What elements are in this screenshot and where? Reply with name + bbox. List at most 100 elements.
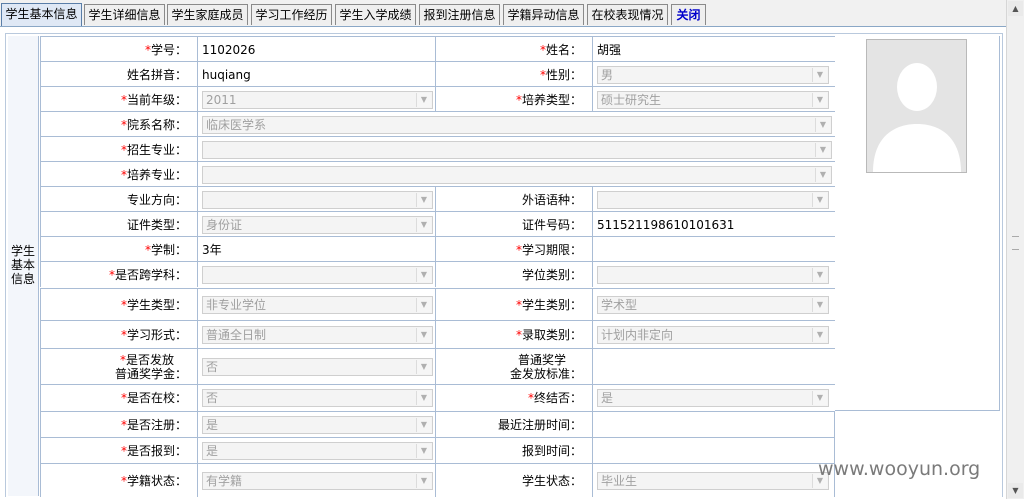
chevron-down-icon: ▼ bbox=[416, 92, 431, 107]
tab-student-detail-info[interactable]: 学生详细信息 bbox=[84, 4, 165, 25]
report-time-label: 报到时间： bbox=[521, 444, 582, 458]
chevron-down-icon: ▼ bbox=[812, 267, 827, 282]
row-duration: * 学制： 3年 * 学习期限： bbox=[40, 236, 835, 262]
vertical-scrollbar[interactable]: ▲ ▼ bbox=[1006, 0, 1024, 499]
scholarship-standard-label-line2: 金发放标准： bbox=[509, 367, 582, 381]
chevron-down-icon: ▼ bbox=[812, 391, 827, 405]
train-major-select[interactable]: ▼ bbox=[202, 165, 832, 184]
study-period-label: 学习期限： bbox=[521, 242, 582, 257]
cross-discipline-label: 是否跨学科： bbox=[114, 267, 187, 282]
row-enrollment-status: * 学籍状态： 有学籍 ▼ 学生状态： 毕业生 ▼ bbox=[40, 463, 835, 497]
tab-entrance-scores[interactable]: 学生入学成绩 bbox=[335, 4, 416, 25]
chevron-down-icon: ▼ bbox=[416, 298, 431, 312]
tab-registration-info[interactable]: 报到注册信息 bbox=[419, 4, 500, 25]
chevron-down-icon: ▼ bbox=[416, 473, 431, 488]
section-label: 学生 基本 信息 bbox=[10, 244, 35, 286]
id-type-label: 证件类型： bbox=[126, 217, 187, 232]
avatar-silhouette-icon bbox=[867, 40, 966, 172]
row-pinyin: 姓名拼音： huqiang * 性别： 男 ▼ bbox=[40, 61, 835, 87]
graduated-select[interactable]: 是 ▼ bbox=[597, 389, 829, 407]
study-form-select[interactable]: 普通全日制 ▼ bbox=[202, 326, 433, 344]
pinyin-label: 姓名拼音： bbox=[126, 67, 187, 82]
major-direction-label: 专业方向： bbox=[126, 192, 187, 207]
chevron-down-icon: ▼ bbox=[416, 444, 431, 458]
row-study-form: * 学习形式： 普通全日制 ▼ * 录取类别： 计划内非定向 ▼ bbox=[40, 320, 835, 349]
scholarship-select[interactable]: 否 ▼ bbox=[202, 358, 433, 376]
admission-category-label: 录取类别： bbox=[521, 328, 582, 342]
scroll-up-arrow-icon[interactable]: ▲ bbox=[1008, 1, 1023, 16]
training-type-select[interactable]: 硕士研究生 ▼ bbox=[597, 90, 829, 109]
photo-column-bottom-border bbox=[835, 410, 1000, 411]
foreign-language-label: 外语语种： bbox=[521, 192, 582, 207]
row-train-major: * 培养专业： ▼ bbox=[40, 161, 835, 187]
photo-column-border bbox=[999, 36, 1000, 411]
row-reported: * 是否报到： 是 ▼ 报到时间： bbox=[40, 437, 835, 464]
gender-label: 性别： bbox=[545, 67, 582, 82]
student-status-label: 学生状态： bbox=[521, 473, 582, 488]
section-sidebar: 学生 基本 信息 bbox=[8, 36, 39, 496]
gender-select[interactable]: 男 ▼ bbox=[597, 65, 829, 84]
chevron-down-icon: ▼ bbox=[416, 360, 431, 374]
row-student-type: * 学生类型： 非专业学位 ▼ * 学生类别： 学术型 ▼ bbox=[40, 288, 835, 321]
degree-category-select[interactable]: ▼ bbox=[597, 265, 829, 284]
chevron-down-icon: ▼ bbox=[812, 92, 827, 107]
chevron-down-icon: ▼ bbox=[815, 142, 830, 157]
student-id-value: 1102026 bbox=[202, 42, 256, 57]
reported-select[interactable]: 是 ▼ bbox=[202, 442, 433, 460]
cross-discipline-select[interactable]: ▼ bbox=[202, 265, 433, 284]
chevron-down-icon: ▼ bbox=[815, 167, 830, 182]
tab-bar: 学生基本信息 学生详细信息 学生家庭成员 学习工作经历 学生入学成绩 报到注册信… bbox=[0, 0, 1024, 27]
scroll-down-arrow-icon[interactable]: ▼ bbox=[1008, 483, 1023, 498]
degree-category-label: 学位类别： bbox=[521, 267, 582, 282]
enroll-major-label: 招生专业： bbox=[126, 142, 187, 157]
duration-value: 3年 bbox=[202, 243, 222, 257]
train-major-label: 培养专业： bbox=[126, 167, 187, 182]
chevron-down-icon: ▼ bbox=[416, 267, 431, 282]
row-enroll-major: * 招生专业： ▼ bbox=[40, 136, 835, 162]
tab-status-change-info[interactable]: 学籍异动信息 bbox=[503, 4, 584, 25]
department-select[interactable]: 临床医学系 ▼ bbox=[202, 115, 832, 134]
scholarship-label-line1: 是否发放 bbox=[125, 353, 174, 367]
chevron-down-icon: ▼ bbox=[812, 328, 827, 342]
enroll-major-select[interactable]: ▼ bbox=[202, 140, 832, 159]
student-type-label: 学生类型： bbox=[126, 298, 187, 312]
scroll-grip-icon[interactable] bbox=[1012, 236, 1019, 250]
pinyin-value: huqiang bbox=[202, 67, 251, 82]
tab-school-performance[interactable]: 在校表现情况 bbox=[587, 4, 668, 25]
major-direction-select[interactable]: ▼ bbox=[202, 190, 433, 209]
tab-close[interactable]: 关闭 bbox=[671, 4, 706, 25]
name-label: 姓名： bbox=[545, 42, 582, 57]
grade-select[interactable]: 2011 ▼ bbox=[202, 90, 433, 109]
registered-select[interactable]: 是 ▼ bbox=[202, 416, 433, 434]
row-grade: * 当前年级： 2011 ▼ * 培养类型： 硕士研究生 ▼ bbox=[40, 86, 835, 112]
student-type-select[interactable]: 非专业学位 ▼ bbox=[202, 296, 433, 314]
enrollment-status-label: 学籍状态： bbox=[126, 473, 187, 488]
student-category-select[interactable]: 学术型 ▼ bbox=[597, 296, 829, 314]
foreign-language-select[interactable]: ▼ bbox=[597, 190, 829, 209]
id-number-value: 511521198610101631 bbox=[597, 217, 735, 232]
duration-label: 学制： bbox=[150, 242, 187, 257]
student-id-label: 学号： bbox=[150, 42, 187, 57]
chevron-down-icon: ▼ bbox=[812, 192, 827, 207]
name-value: 胡强 bbox=[597, 43, 622, 57]
admission-category-select[interactable]: 计划内非定向 ▼ bbox=[597, 326, 829, 344]
graduated-label: 终结否： bbox=[533, 391, 582, 405]
tab-family-members[interactable]: 学生家庭成员 bbox=[167, 4, 248, 25]
scholarship-standard-label-line1: 普通奖学 bbox=[517, 353, 566, 367]
tab-student-basic-info[interactable]: 学生基本信息 bbox=[1, 3, 82, 26]
department-label: 院系名称： bbox=[126, 117, 187, 132]
student-status-select[interactable]: 毕业生 ▼ bbox=[597, 471, 829, 490]
tab-study-work-history[interactable]: 学习工作经历 bbox=[251, 4, 332, 25]
id-type-select[interactable]: 身份证 ▼ bbox=[202, 215, 433, 234]
chevron-down-icon: ▼ bbox=[815, 117, 830, 132]
student-category-label: 学生类别： bbox=[521, 298, 582, 312]
id-number-label: 证件号码： bbox=[521, 217, 582, 232]
row-in-school: * 是否在校： 否 ▼ * 终结否： 是 ▼ bbox=[40, 384, 835, 412]
student-photo bbox=[866, 39, 967, 173]
chevron-down-icon: ▼ bbox=[416, 192, 431, 207]
in-school-label: 是否在校： bbox=[126, 391, 187, 405]
in-school-select[interactable]: 否 ▼ bbox=[202, 389, 433, 407]
row-department: * 院系名称： 临床医学系 ▼ bbox=[40, 111, 835, 137]
grade-label: 当前年级： bbox=[126, 92, 187, 107]
enrollment-status-select[interactable]: 有学籍 ▼ bbox=[202, 471, 433, 490]
